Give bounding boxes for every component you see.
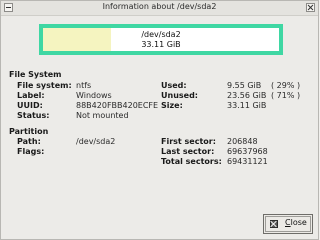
- fs-status-label: Status:: [17, 111, 50, 120]
- close-icon: [270, 220, 278, 228]
- info-dialog: Information about /dev/sda2 /dev/sda2 33…: [0, 0, 319, 240]
- used-value: 9.55 GiB: [227, 81, 262, 90]
- used-label: Used:: [161, 81, 187, 90]
- fs-type-value: ntfs: [76, 81, 92, 90]
- unused-percent: ( 71% ): [271, 91, 301, 100]
- total-sectors-label: Total sectors:: [161, 157, 222, 166]
- fs-label-label: Label:: [17, 91, 45, 100]
- usage-device-name: /dev/sda2: [141, 30, 181, 39]
- first-sector-value: 206848: [227, 137, 258, 146]
- window-title: Information about /dev/sda2: [102, 2, 217, 11]
- close-button-label: Close: [285, 218, 307, 227]
- window-close-icon[interactable]: [306, 3, 315, 12]
- fs-label-value: Windows: [76, 91, 112, 100]
- fs-status-value: Not mounted: [76, 111, 129, 120]
- partition-flags-label: Flags:: [17, 147, 45, 156]
- last-sector-value: 69637968: [227, 147, 268, 156]
- fs-uuid-value: 88B420FBB420ECFE: [76, 101, 159, 110]
- usage-bar: /dev/sda2 33.11 GiB: [43, 28, 279, 51]
- unused-value: 23.56 GiB: [227, 91, 267, 100]
- first-sector-label: First sector:: [161, 137, 216, 146]
- size-value: 33.11 GiB: [227, 101, 267, 110]
- fs-type-label: File system:: [17, 81, 72, 90]
- usage-device-size: 33.11 GiB: [141, 40, 181, 49]
- size-label: Size:: [161, 101, 183, 110]
- used-percent: ( 29% ): [271, 81, 301, 90]
- partition-usage-graphic: /dev/sda2 33.11 GiB: [39, 24, 283, 55]
- title-bar[interactable]: Information about /dev/sda2: [1, 1, 318, 16]
- unused-label: Unused:: [161, 91, 198, 100]
- close-button[interactable]: Close: [263, 214, 313, 234]
- total-sectors-value: 69431121: [227, 157, 268, 166]
- partition-path-value: /dev/sda2: [76, 137, 116, 146]
- last-sector-label: Last sector:: [161, 147, 215, 156]
- file-system-heading: File System: [9, 70, 62, 79]
- partition-path-label: Path:: [17, 137, 41, 146]
- partition-heading: Partition: [9, 127, 49, 136]
- fs-uuid-label: UUID:: [17, 101, 43, 110]
